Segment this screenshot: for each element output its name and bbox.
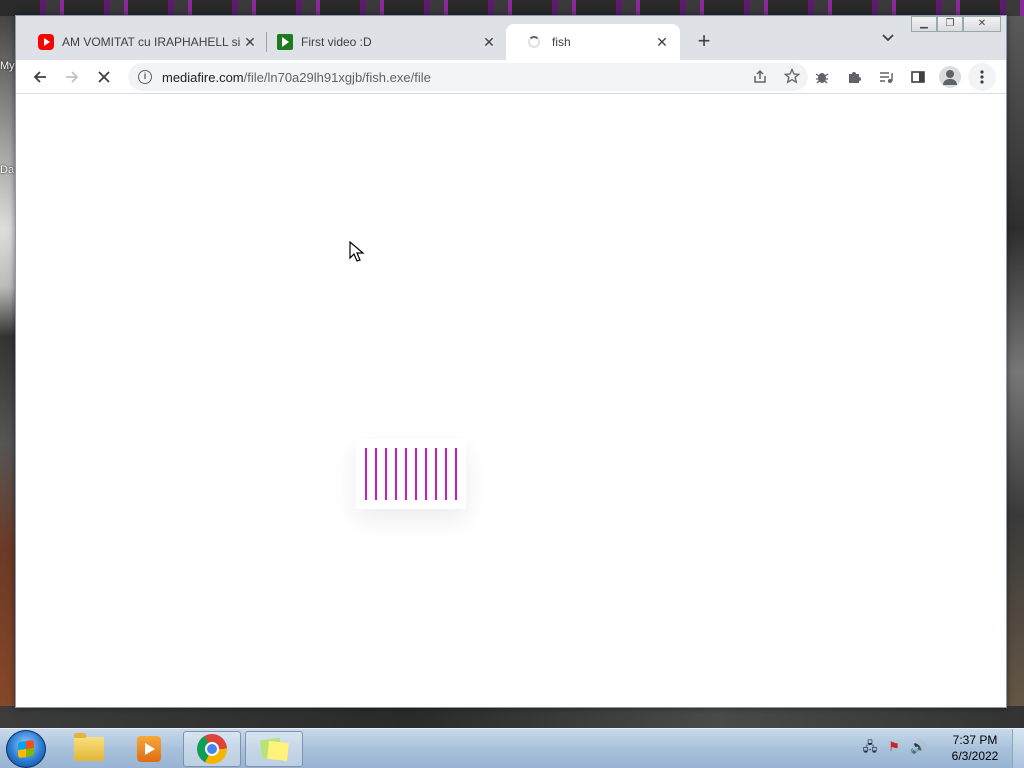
chrome-icon — [197, 734, 227, 764]
tab-first-video[interactable]: First video :D ✕ — [255, 24, 507, 60]
taskbar-explorer[interactable] — [60, 731, 118, 767]
restore-button[interactable]: ❐ — [937, 16, 963, 32]
action-center-flag-icon[interactable]: ⚑ — [886, 739, 902, 755]
stop-icon — [98, 71, 110, 83]
loader-bar — [415, 448, 417, 500]
volume-icon[interactable]: 🔊 — [910, 739, 926, 755]
media-controls-button[interactable] — [872, 63, 900, 91]
playlist-icon — [880, 72, 893, 83]
page-content — [16, 95, 1006, 707]
system-tray: 🖧 ⚑ 🔊 — [862, 739, 926, 755]
mouse-cursor-icon — [349, 241, 365, 262]
new-tab-button[interactable]: + — [692, 30, 716, 54]
share-icon[interactable] — [752, 69, 768, 88]
loader-bar — [375, 448, 377, 500]
media-player-icon — [137, 736, 161, 762]
side-panel-button[interactable] — [904, 63, 932, 91]
folder-icon — [74, 733, 104, 761]
clock-date: 6/3/2022 — [951, 749, 999, 763]
bookmark-star-icon[interactable] — [783, 67, 801, 87]
url-host: mediafire.com — [162, 69, 244, 85]
loader-bar — [455, 448, 457, 500]
loader-bar — [445, 448, 447, 500]
arrow-left-icon — [33, 71, 46, 83]
extensions-button[interactable] — [840, 63, 868, 91]
browser-toolbar: i mediafire.com/file/ln70a29lh91xgjb/fis… — [16, 60, 1006, 94]
loader-bar — [395, 448, 397, 500]
menu-button[interactable] — [968, 63, 996, 91]
desktop-wallpaper-right — [1006, 16, 1024, 728]
taskbar-media-player[interactable] — [120, 731, 178, 767]
minimize-button[interactable]: ▁ — [911, 16, 937, 32]
bug-icon — [815, 73, 829, 84]
taskbar-chrome[interactable] — [183, 731, 241, 767]
arrow-right-icon — [66, 71, 79, 83]
chevron-down-icon — [882, 34, 894, 42]
desktop-wallpaper-top — [0, 0, 1024, 16]
loading-animation — [356, 439, 466, 509]
url-text[interactable]: mediafire.com/file/ln70a29lh91xgjb/fish.… — [162, 70, 431, 85]
taskbar: 🖧 ⚑ 🔊 7:37 PM 6/3/2022 — [0, 728, 1024, 768]
youtube-icon — [38, 34, 54, 50]
puzzle-icon — [849, 72, 861, 83]
desktop-wallpaper-bottom — [0, 706, 1024, 728]
tab-title: fish — [552, 35, 571, 49]
desktop-wallpaper-left — [0, 16, 16, 728]
avatar-icon — [939, 66, 961, 88]
tab-title: AM VOMITAT cu IRAPHAHELL si ... — [62, 35, 242, 49]
sticky-notes-icon — [259, 737, 289, 761]
show-desktop-button[interactable] — [1012, 729, 1024, 768]
forward-button[interactable] — [58, 63, 86, 91]
loader-bar — [405, 448, 407, 500]
clock-time: 7:37 PM — [952, 733, 998, 747]
tab-youtube[interactable]: AM VOMITAT cu IRAPHAHELL si ... ✕ — [16, 24, 268, 60]
stop-loading-button[interactable] — [90, 63, 118, 91]
site-info-icon[interactable]: i — [138, 70, 152, 84]
url-path: /file/ln70a29lh91xgjb/fish.exe/file — [243, 69, 431, 85]
profile-button[interactable] — [936, 63, 964, 91]
close-tab-icon[interactable]: ✕ — [654, 34, 670, 50]
desktop-icon-label[interactable]: My — [0, 60, 15, 72]
close-tab-icon[interactable]: ✕ — [481, 34, 497, 50]
rumble-icon — [277, 34, 293, 50]
extension-bug-button[interactable] — [808, 63, 836, 91]
loader-bar — [435, 448, 437, 500]
back-button[interactable] — [26, 63, 54, 91]
start-button[interactable] — [6, 730, 46, 768]
browser-window: AM VOMITAT cu IRAPHAHELL si ... ✕ First … — [15, 15, 1007, 708]
taskbar-sticky-notes[interactable] — [245, 731, 303, 767]
tab-title: First video :D — [301, 35, 372, 49]
more-vert-icon — [980, 70, 984, 84]
loader-bar — [365, 448, 367, 500]
tab-fish[interactable]: fish ✕ — [506, 24, 680, 60]
address-bar[interactable]: i mediafire.com/file/ln70a29lh91xgjb/fis… — [128, 63, 808, 91]
tab-search-button[interactable] — [876, 30, 900, 54]
tab-strip: AM VOMITAT cu IRAPHAHELL si ... ✕ First … — [16, 16, 1006, 60]
loader-bar — [425, 448, 427, 500]
desktop-icon-label[interactable]: Da — [0, 164, 14, 176]
close-window-button[interactable]: ✕ — [963, 16, 1001, 32]
clock[interactable]: 7:37 PM 6/3/2022 — [940, 732, 1010, 764]
loader-bar — [385, 448, 387, 500]
loading-spinner-icon — [528, 36, 540, 48]
side-panel-icon — [911, 71, 925, 83]
network-icon[interactable]: 🖧 — [862, 739, 878, 755]
